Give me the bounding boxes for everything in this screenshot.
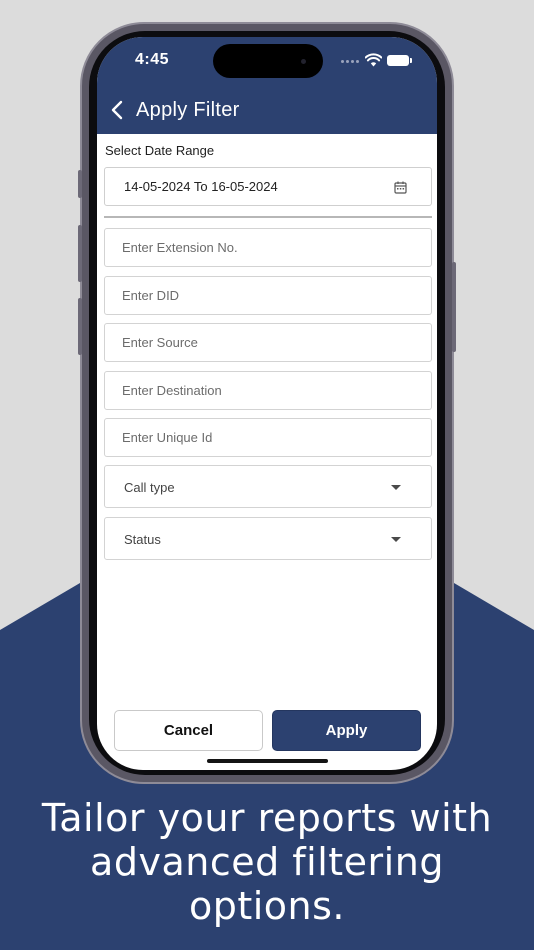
date-range-label: Select Date Range bbox=[105, 143, 215, 158]
status-time: 4:45 bbox=[135, 51, 170, 68]
caret-down-icon bbox=[391, 485, 401, 490]
status-label: Status bbox=[124, 532, 161, 547]
app-header: 4:45 Apply Filter bbox=[97, 37, 437, 134]
phone-action-button bbox=[78, 170, 82, 198]
calendar-icon bbox=[394, 181, 407, 194]
camera-dot bbox=[301, 59, 306, 64]
home-indicator bbox=[207, 759, 328, 763]
phone-power-button bbox=[452, 262, 456, 352]
dynamic-island bbox=[213, 44, 323, 78]
tagline-line-2: advanced filtering bbox=[90, 840, 444, 884]
source-input[interactable] bbox=[104, 323, 432, 362]
phone-screen: 4:45 Apply Filter Select Date Range 14-0… bbox=[97, 37, 437, 770]
phone-volume-up-button bbox=[78, 225, 82, 282]
cancel-button[interactable]: Cancel bbox=[114, 710, 263, 751]
destination-input[interactable] bbox=[104, 371, 432, 410]
date-range-value: 14-05-2024 To 16-05-2024 bbox=[124, 179, 278, 194]
call-type-dropdown[interactable]: Call type bbox=[104, 465, 432, 508]
phone-volume-down-button bbox=[78, 298, 82, 355]
status-dropdown[interactable]: Status bbox=[104, 517, 432, 560]
tagline-line-3: options. bbox=[188, 884, 346, 928]
wifi-icon bbox=[365, 53, 382, 67]
unique-id-input[interactable] bbox=[104, 418, 432, 457]
divider bbox=[104, 216, 432, 218]
apply-button[interactable]: Apply bbox=[272, 710, 421, 751]
caret-down-icon bbox=[391, 537, 401, 542]
tagline: Tailor your reports with advanced filter… bbox=[0, 796, 534, 928]
call-type-label: Call type bbox=[124, 480, 175, 495]
page-title: Apply Filter bbox=[136, 99, 240, 121]
tagline-line-1: Tailor your reports with bbox=[41, 796, 493, 840]
back-chevron-icon[interactable] bbox=[109, 99, 129, 121]
did-input[interactable] bbox=[104, 276, 432, 315]
extension-input[interactable] bbox=[104, 228, 432, 267]
cellular-signal-icon bbox=[341, 60, 359, 63]
date-range-field[interactable]: 14-05-2024 To 16-05-2024 bbox=[104, 167, 432, 206]
battery-icon bbox=[387, 55, 412, 66]
